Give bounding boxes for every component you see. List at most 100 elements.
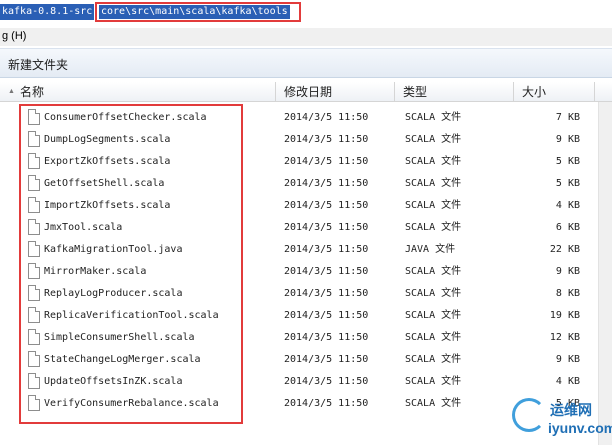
file-row[interactable]: ExportZkOffsets.scala 2014/3/5 11:50 SCA… bbox=[0, 151, 612, 173]
file-icon bbox=[28, 351, 40, 367]
file-name: ExportZkOffsets.scala bbox=[44, 156, 171, 167]
file-type: SCALA 文件 bbox=[405, 112, 462, 123]
file-type: SCALA 文件 bbox=[405, 178, 462, 189]
file-type: SCALA 文件 bbox=[405, 288, 462, 299]
file-type: SCALA 文件 bbox=[405, 354, 462, 365]
watermark-logo-icon bbox=[512, 398, 546, 432]
file-row[interactable]: JmxTool.scala 2014/3/5 11:50 SCALA 文件 6 … bbox=[0, 217, 612, 239]
file-row[interactable]: ConsumerOffsetChecker.scala 2014/3/5 11:… bbox=[0, 107, 612, 129]
file-size: 5 KB bbox=[555, 156, 580, 167]
file-icon bbox=[28, 373, 40, 389]
column-header-type[interactable]: 类型 bbox=[396, 82, 514, 102]
file-size: 4 KB bbox=[555, 376, 580, 387]
file-row[interactable]: ReplicaVerificationTool.scala 2014/3/5 1… bbox=[0, 305, 612, 327]
file-row[interactable]: SimpleConsumerShell.scala 2014/3/5 11:50… bbox=[0, 327, 612, 349]
file-icon bbox=[28, 109, 40, 125]
file-type: SCALA 文件 bbox=[405, 134, 462, 145]
column-header-size[interactable]: 大小 bbox=[515, 82, 595, 102]
file-date: 2014/3/5 11:50 bbox=[284, 200, 369, 211]
file-name: VerifyConsumerRebalance.scala bbox=[44, 398, 219, 409]
file-date: 2014/3/5 11:50 bbox=[284, 134, 369, 145]
file-date: 2014/3/5 11:50 bbox=[284, 332, 369, 343]
address-bar[interactable]: kafka-0.8.1-src core\src\main\scala\kafk… bbox=[0, 0, 612, 24]
file-name: ReplicaVerificationTool.scala bbox=[44, 310, 219, 321]
file-name: MirrorMaker.scala bbox=[44, 266, 147, 277]
file-name: ConsumerOffsetChecker.scala bbox=[44, 112, 207, 123]
new-folder-button[interactable]: 新建文件夹 bbox=[8, 56, 68, 73]
file-row[interactable]: ReplayLogProducer.scala 2014/3/5 11:50 S… bbox=[0, 283, 612, 305]
file-type: SCALA 文件 bbox=[405, 332, 462, 343]
file-date: 2014/3/5 11:50 bbox=[284, 376, 369, 387]
file-row[interactable]: GetOffsetShell.scala 2014/3/5 11:50 SCAL… bbox=[0, 173, 612, 195]
file-icon bbox=[28, 307, 40, 323]
file-size: 9 KB bbox=[555, 134, 580, 145]
file-name: SimpleConsumerShell.scala bbox=[44, 332, 195, 343]
file-type: SCALA 文件 bbox=[405, 310, 462, 321]
file-name: JmxTool.scala bbox=[44, 222, 123, 233]
file-name: KafkaMigrationTool.java bbox=[44, 244, 183, 255]
file-type: SCALA 文件 bbox=[405, 200, 462, 211]
watermark: 运维网 iyunv.com bbox=[508, 394, 612, 445]
file-icon bbox=[28, 263, 40, 279]
file-icon bbox=[28, 131, 40, 147]
address-path-prefix[interactable]: kafka-0.8.1-src bbox=[0, 4, 95, 20]
menu-bar: g (H) bbox=[0, 28, 612, 46]
file-icon bbox=[28, 175, 40, 191]
file-icon bbox=[28, 285, 40, 301]
file-date: 2014/3/5 11:50 bbox=[284, 178, 369, 189]
file-icon bbox=[28, 241, 40, 257]
file-size: 7 KB bbox=[555, 112, 580, 123]
column-header: ▲ 名称 修改日期 类型 大小 bbox=[0, 82, 612, 102]
column-header-name[interactable]: ▲ 名称 bbox=[0, 82, 276, 102]
address-path-highlight[interactable]: core\src\main\scala\kafka\tools bbox=[99, 5, 290, 19]
column-header-date[interactable]: 修改日期 bbox=[277, 82, 395, 102]
file-size: 9 KB bbox=[555, 354, 580, 365]
file-icon bbox=[28, 153, 40, 169]
file-date: 2014/3/5 11:50 bbox=[284, 288, 369, 299]
file-row[interactable]: UpdateOffsetsInZK.scala 2014/3/5 11:50 S… bbox=[0, 371, 612, 393]
file-name: ReplayLogProducer.scala bbox=[44, 288, 183, 299]
file-date: 2014/3/5 11:50 bbox=[284, 244, 369, 255]
file-name: StateChangeLogMerger.scala bbox=[44, 354, 201, 365]
file-date: 2014/3/5 11:50 bbox=[284, 266, 369, 277]
file-name: UpdateOffsetsInZK.scala bbox=[44, 376, 183, 387]
file-row[interactable]: DumpLogSegments.scala 2014/3/5 11:50 SCA… bbox=[0, 129, 612, 151]
file-date: 2014/3/5 11:50 bbox=[284, 354, 369, 365]
file-date: 2014/3/5 11:50 bbox=[284, 112, 369, 123]
file-row[interactable]: MirrorMaker.scala 2014/3/5 11:50 SCALA 文… bbox=[0, 261, 612, 283]
file-icon bbox=[28, 197, 40, 213]
file-size: 9 KB bbox=[555, 266, 580, 277]
sort-up-icon: ▲ bbox=[8, 88, 15, 95]
file-size: 6 KB bbox=[555, 222, 580, 233]
file-type: JAVA 文件 bbox=[405, 244, 456, 255]
file-size: 22 KB bbox=[549, 244, 580, 255]
toolbar: 新建文件夹 bbox=[0, 48, 612, 78]
file-row[interactable]: KafkaMigrationTool.java 2014/3/5 11:50 J… bbox=[0, 239, 612, 261]
file-date: 2014/3/5 11:50 bbox=[284, 222, 369, 233]
file-size: 19 KB bbox=[549, 310, 580, 321]
file-icon bbox=[28, 395, 40, 411]
file-size: 12 KB bbox=[549, 332, 580, 343]
file-name: ImportZkOffsets.scala bbox=[44, 200, 171, 211]
file-icon bbox=[28, 329, 40, 345]
file-size: 4 KB bbox=[555, 200, 580, 211]
file-name: DumpLogSegments.scala bbox=[44, 134, 171, 145]
file-size: 8 KB bbox=[555, 288, 580, 299]
file-date: 2014/3/5 11:50 bbox=[284, 310, 369, 321]
file-row[interactable]: StateChangeLogMerger.scala 2014/3/5 11:5… bbox=[0, 349, 612, 371]
file-row[interactable]: ImportZkOffsets.scala 2014/3/5 11:50 SCA… bbox=[0, 195, 612, 217]
file-name: GetOffsetShell.scala bbox=[44, 178, 165, 189]
file-date: 2014/3/5 11:50 bbox=[284, 398, 369, 409]
watermark-en: iyunv.com bbox=[548, 420, 612, 436]
file-size: 5 KB bbox=[555, 178, 580, 189]
file-type: SCALA 文件 bbox=[405, 156, 462, 167]
file-icon bbox=[28, 219, 40, 235]
file-type: SCALA 文件 bbox=[405, 376, 462, 387]
watermark-cn: 运维网 bbox=[550, 403, 592, 419]
file-type: SCALA 文件 bbox=[405, 266, 462, 277]
file-type: SCALA 文件 bbox=[405, 398, 462, 409]
file-date: 2014/3/5 11:50 bbox=[284, 156, 369, 167]
file-type: SCALA 文件 bbox=[405, 222, 462, 233]
menu-help[interactable]: g (H) bbox=[2, 30, 26, 42]
address-path-highlight-box[interactable]: core\src\main\scala\kafka\tools bbox=[95, 2, 301, 22]
